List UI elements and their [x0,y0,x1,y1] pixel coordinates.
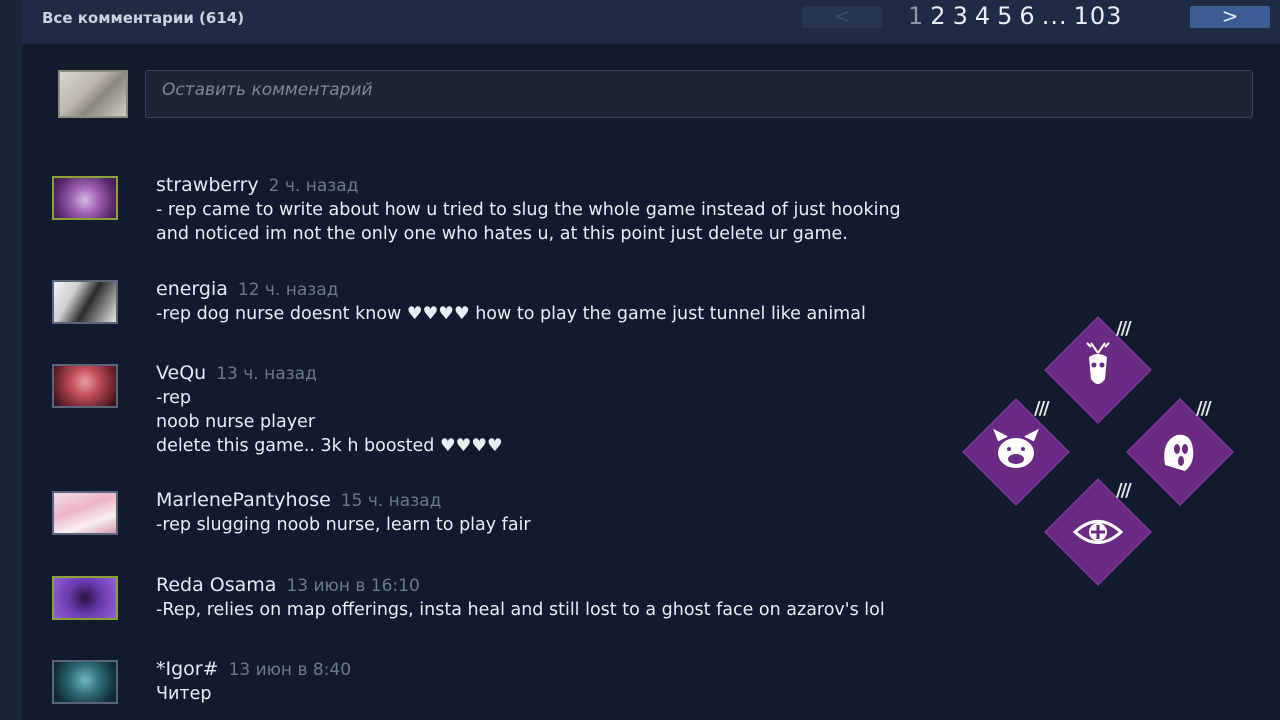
avatar[interactable] [52,280,118,324]
page-link-6[interactable]: 6 [1019,2,1035,30]
comment-meta: strawberry 2 ч. назад [156,174,358,196]
comment-input[interactable]: Оставить комментарий [145,70,1253,118]
comments-header: Все комментарии (614) < 1 2 3 4 5 6... 103 > [22,0,1280,44]
comment-time[interactable]: 13 июн в 8:40 [229,660,352,680]
prev-page-button[interactable]: < [802,6,882,28]
comment-text: Читер [156,684,212,704]
comment-meta: energia 12 ч. назад [156,278,339,300]
page-link-4[interactable]: 4 [975,2,991,30]
comment-text: -Rep, relies on map offerings, insta hea… [156,600,885,620]
comment-time[interactable]: 15 ч. назад [341,491,442,511]
comment-author[interactable]: VeQu [156,362,206,384]
perk-tier-marks: /// [1116,480,1132,501]
comment-author[interactable]: *Igor# [156,658,219,680]
perk-tier-marks: /// [1196,398,1212,419]
comment-time[interactable]: 12 ч. назад [238,280,339,300]
avatar[interactable] [52,491,118,535]
page-ellipsis: ... [1041,2,1068,30]
comment-text: -rep dog nurse doesnt know ♥♥♥♥ how to p… [156,304,866,324]
comment-author[interactable]: Reda Osama [156,574,276,596]
comment-meta: MarlenePantyhose 15 ч. назад [156,489,441,511]
avatar[interactable] [52,364,118,408]
comment-time[interactable]: 13 июн в 16:10 [286,576,419,596]
avatar[interactable] [52,176,118,220]
comment-meta: *Igor# 13 июн в 8:40 [156,658,351,680]
comment-item: *Igor# 13 июн в 8:40 Читер [52,658,1232,720]
page-link-2[interactable]: 2 [930,2,946,30]
page-links: 1 2 3 4 5 6... 103 [908,2,1128,30]
page-link-last[interactable]: 103 [1074,2,1123,30]
page-link-3[interactable]: 3 [953,2,969,30]
comment-item: Reda Osama 13 июн в 16:10 -Rep, relies on… [52,574,1232,636]
perk-tier-marks: /// [1034,398,1050,419]
current-page: 1 [908,2,925,30]
user-avatar[interactable] [58,70,128,118]
comment-author[interactable]: energia [156,278,228,300]
comment-time[interactable]: 2 ч. назад [269,176,359,196]
comment-text: - rep came to write about how u tried to… [156,200,901,244]
avatar[interactable] [52,576,118,620]
next-page-button[interactable]: > [1190,6,1270,28]
comment-author[interactable]: MarlenePantyhose [156,489,331,511]
comment-time[interactable]: 13 ч. назад [216,364,317,384]
comment-item: energia 12 ч. назад -rep dog nurse doesnt… [52,278,1232,340]
perk-tier-marks: /// [1116,318,1132,339]
comment-meta: Reda Osama 13 июн в 16:10 [156,574,420,596]
comment-item: strawberry 2 ч. назад - rep came to write… [52,174,1232,244]
avatar[interactable] [52,660,118,704]
comment-author[interactable]: strawberry [156,174,259,196]
comments-title: Все комментарии (614) [42,9,245,27]
left-rail [0,0,22,720]
comment-meta: VeQu 13 ч. назад [156,362,317,384]
page-link-5[interactable]: 5 [997,2,1013,30]
